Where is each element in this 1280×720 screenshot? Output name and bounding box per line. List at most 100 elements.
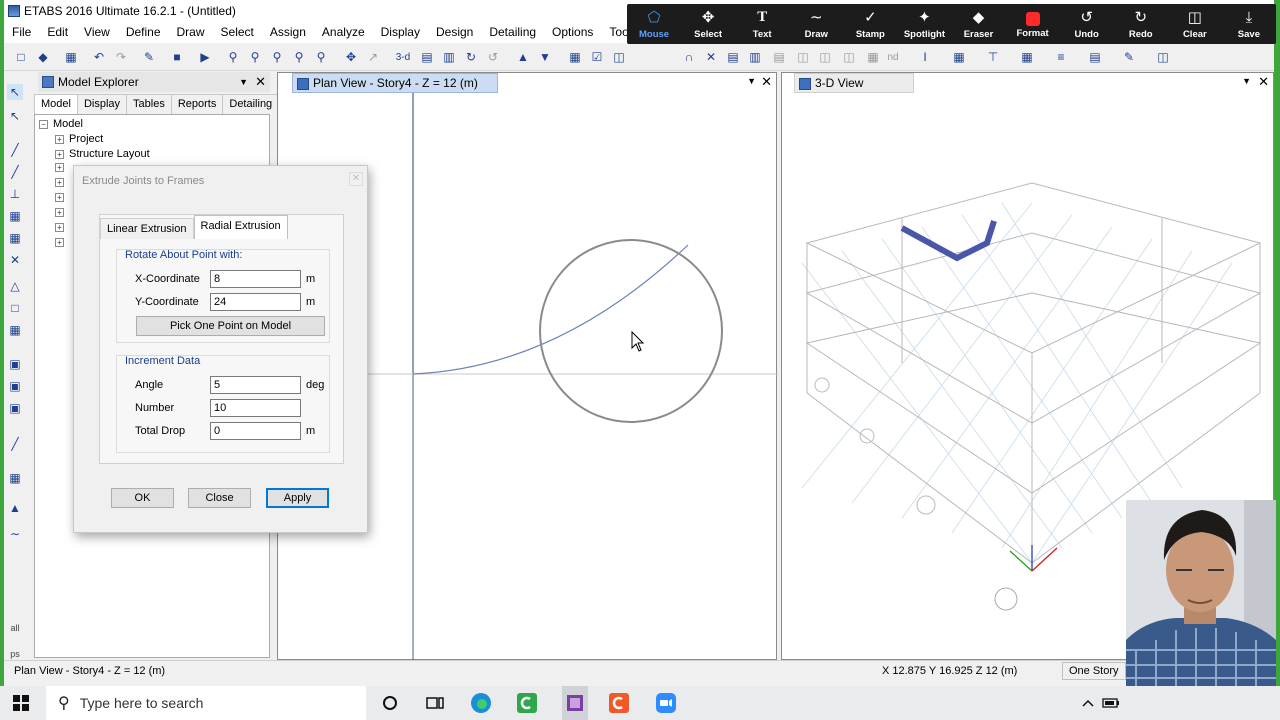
tree-node-project[interactable]: + Project <box>55 133 103 145</box>
expand-icon[interactable]: + <box>55 178 64 187</box>
expand-icon[interactable]: + <box>55 208 64 217</box>
angle-input[interactable] <box>210 376 301 394</box>
draw-link-icon[interactable]: ◫ <box>840 48 858 66</box>
menu-assign[interactable]: Assign <box>262 22 314 43</box>
expand-icon[interactable]: + <box>55 163 64 172</box>
measure-icon[interactable]: ↗ <box>364 48 382 66</box>
save-tool-button[interactable]: ⤓ Save <box>1222 4 1276 44</box>
recorder-icon[interactable] <box>608 692 630 714</box>
edit-pencil-icon[interactable]: ✎ <box>140 48 158 66</box>
cortana-icon[interactable] <box>379 692 401 714</box>
new-model-icon[interactable]: □ <box>12 48 30 66</box>
select-tool-button[interactable]: ✥ Select <box>681 4 735 44</box>
lock-icon[interactable]: ■ <box>168 48 186 66</box>
frame-section-icon[interactable]: ▦ <box>1018 48 1036 66</box>
draw-wall-tool-icon[interactable]: ▦ <box>7 322 23 338</box>
draw-line-icon[interactable]: ╱ <box>7 164 23 180</box>
draw-dimension-icon[interactable]: ∼ <box>7 526 23 542</box>
tree-node-hidden[interactable]: + <box>55 208 69 217</box>
3d-close-icon[interactable]: ✕ <box>1258 74 1269 90</box>
menu-design[interactable]: Design <box>428 22 481 43</box>
zoom-window-icon[interactable]: ⚲ <box>224 48 242 66</box>
menu-options[interactable]: Options <box>544 22 601 43</box>
restraint-icon[interactable]: ⊤ <box>984 48 1002 66</box>
tab-display[interactable]: Display <box>76 94 128 114</box>
line-color-icon[interactable]: ✎ <box>1120 48 1138 66</box>
up-arrow-icon[interactable]: ▲ <box>514 48 532 66</box>
battery-icon[interactable] <box>1100 692 1122 714</box>
pan-icon[interactable]: ✥ <box>342 48 360 66</box>
open-icon[interactable]: ◆ <box>34 48 52 66</box>
draw-floor-icon[interactable]: △ <box>7 278 23 294</box>
menu-select[interactable]: Select <box>213 22 262 43</box>
undo-tool-button[interactable]: ↺ Undo <box>1060 4 1114 44</box>
down-arrow-icon[interactable]: ▼ <box>536 48 554 66</box>
releases-icon[interactable]: ≡ <box>1052 48 1070 66</box>
tree-node-hidden[interactable]: + <box>55 178 69 187</box>
story-selector[interactable]: One Story <box>1062 662 1126 680</box>
apply-button[interactable]: Apply <box>266 488 329 508</box>
menu-edit[interactable]: Edit <box>39 22 76 43</box>
draw-wall-icon[interactable]: ▤ <box>770 48 788 66</box>
plan-dropdown-icon[interactable]: ▼ <box>747 76 756 86</box>
expand-icon[interactable]: + <box>55 149 64 159</box>
3d-view-tab[interactable]: 3-D View <box>794 73 914 93</box>
draw-link-tool-icon[interactable]: ╱ <box>7 436 23 452</box>
tree-node-hidden[interactable]: + <box>55 193 69 202</box>
pointer-tool-icon[interactable]: ↖ <box>7 84 23 100</box>
run-analysis-icon[interactable]: ▶ <box>196 48 214 66</box>
zoom-previous-icon[interactable]: ⚲ <box>290 48 308 66</box>
draw-grid-tool-icon[interactable]: ▦ <box>7 230 23 246</box>
draw-stairs-icon[interactable]: ▣ <box>7 378 23 394</box>
text-tool-button[interactable]: T Text <box>735 4 789 44</box>
spotlight-tool-button[interactable]: ✦ Spotlight <box>897 4 951 44</box>
pick-point-button[interactable]: Pick One Point on Model <box>136 316 325 336</box>
tree-node-hidden[interactable]: + <box>55 163 69 172</box>
tree-node-model[interactable]: − Model <box>39 118 83 130</box>
plan-close-icon[interactable]: ✕ <box>761 74 772 90</box>
3d-dropdown-icon[interactable]: ▼ <box>1242 76 1251 86</box>
close-button[interactable]: Close <box>188 488 251 508</box>
task-view-icon[interactable] <box>424 692 446 714</box>
menu-detailing[interactable]: Detailing <box>481 22 544 43</box>
tab-detailing[interactable]: Detailing <box>222 94 280 114</box>
draw-beam-icon[interactable]: ▤ <box>724 48 742 66</box>
area-loads-icon[interactable]: ▤ <box>1086 48 1104 66</box>
taskbar-search-box[interactable]: ⚲ Type here to search <box>46 686 366 720</box>
clear-tool-button[interactable]: ◫ Clear <box>1168 4 1222 44</box>
draw-column-tool-icon[interactable]: ⊥ <box>7 186 23 202</box>
undo-model-icon[interactable]: ↶ <box>90 48 108 66</box>
elevation-view-icon[interactable]: ▥ <box>440 48 458 66</box>
draw-tool-button[interactable]: ∼ Draw <box>789 4 843 44</box>
tab-tables[interactable]: Tables <box>126 94 172 114</box>
camtasia-icon[interactable] <box>516 692 538 714</box>
y-coordinate-input[interactable] <box>210 293 301 311</box>
ok-button[interactable]: OK <box>111 488 174 508</box>
draw-grid-icon[interactable]: ▦ <box>864 48 882 66</box>
diaphragm-icon[interactable]: ◫ <box>1154 48 1172 66</box>
menu-analyze[interactable]: Analyze <box>314 22 373 43</box>
zoom-in-icon[interactable]: ⚲ <box>246 48 264 66</box>
perspective-icon[interactable]: ↺ <box>484 48 502 66</box>
format-tool-button[interactable]: Format <box>1006 4 1060 44</box>
draw-tendon-icon[interactable]: ▲ <box>7 500 23 516</box>
tab-radial-extrusion[interactable]: Radial Extrusion <box>193 215 288 239</box>
expand-icon[interactable]: + <box>55 134 64 144</box>
etabs-taskbar-icon[interactable] <box>562 686 588 720</box>
zoom-restore-icon[interactable]: ⚲ <box>312 48 330 66</box>
area-section-icon[interactable]: ▦ <box>950 48 968 66</box>
menu-view[interactable]: View <box>76 22 118 43</box>
chevron-up-icon[interactable] <box>1077 692 1099 714</box>
dialog-close-icon[interactable]: ✕ <box>349 172 363 186</box>
view-3d-button[interactable]: 3-d <box>392 48 414 66</box>
menu-draw[interactable]: Draw <box>169 22 213 43</box>
select-all-icon[interactable]: ▦ <box>566 48 584 66</box>
menu-file[interactable]: File <box>4 22 39 43</box>
redo-model-icon[interactable]: ↷ <box>112 48 130 66</box>
menu-display[interactable]: Display <box>373 22 428 43</box>
snap-nd-icon[interactable]: nd <box>884 48 902 66</box>
draw-column-icon[interactable]: ▥ <box>746 48 764 66</box>
tab-model[interactable]: Model <box>34 94 78 114</box>
mouse-tool-button[interactable]: ⬠ Mouse <box>627 4 681 44</box>
plan-view-tab[interactable]: Plan View - Story4 - Z = 12 (m) <box>292 73 498 93</box>
